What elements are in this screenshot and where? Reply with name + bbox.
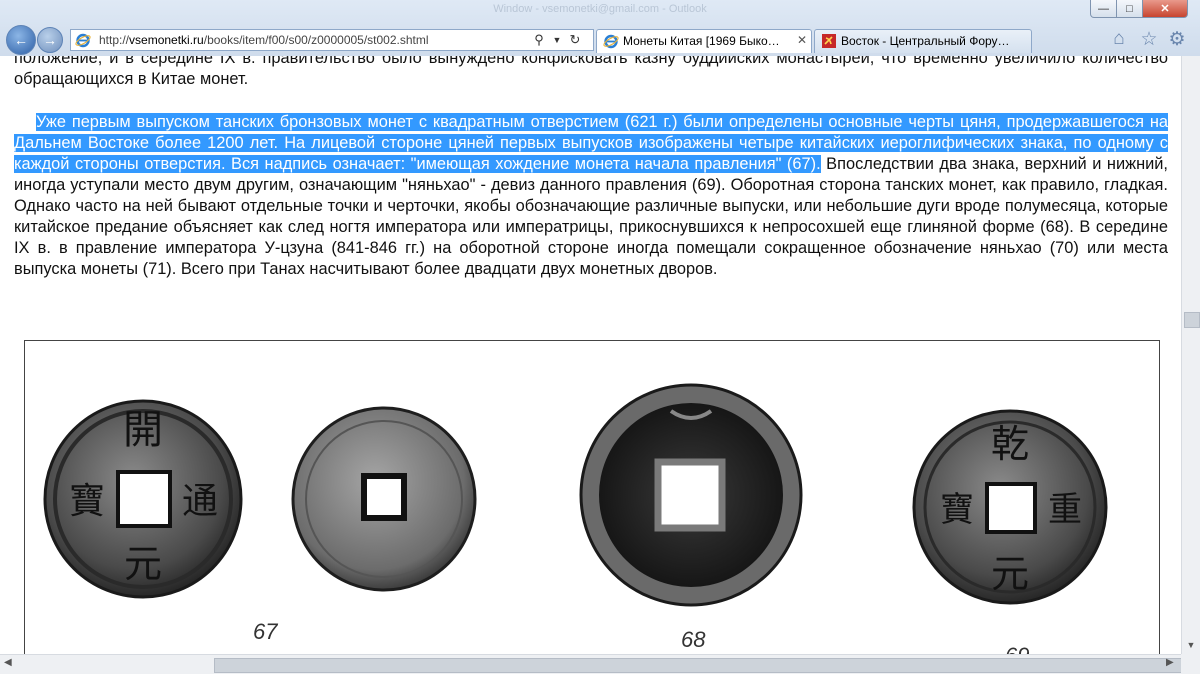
back-button[interactable]: ← (6, 25, 36, 55)
coin-label: 69 (1005, 643, 1029, 654)
tab-active[interactable]: Монеты Китая [1969 Быко… ✕ (596, 29, 812, 53)
tab-label: Восток - Центральный Фору… (841, 34, 1010, 48)
vertical-scroll-thumb[interactable] (1184, 312, 1200, 328)
window-title: Window - vsemonetki@gmail.com - Outlook (493, 3, 707, 15)
coin-69: 乾 元 重 寶 (912, 409, 1108, 605)
address-bar[interactable]: http://vsemonetki.ru/books/item/f00/s00/… (70, 29, 594, 51)
svg-text:通: 通 (182, 481, 218, 522)
paragraph: положение, и в середине IX в. правительс… (14, 56, 1168, 88)
home-icon[interactable]: ⌂ (1108, 28, 1130, 50)
tab-label: Монеты Китая [1969 Быко… (623, 34, 780, 48)
chevron-down-icon[interactable]: ▼ (549, 32, 565, 48)
ie-icon (75, 33, 91, 48)
svg-text:寶: 寶 (940, 490, 974, 530)
coin-blank (291, 406, 477, 592)
ie-icon (603, 34, 619, 49)
tab-close-icon[interactable]: ✕ (797, 33, 807, 47)
svg-text:元: 元 (124, 542, 162, 586)
vertical-scrollbar[interactable]: ▼ (1181, 56, 1200, 654)
scroll-right-icon[interactable]: ▶ (1166, 657, 1174, 668)
gear-icon[interactable]: ⚙ (1166, 28, 1188, 50)
coin-label: 67 (253, 619, 278, 644)
refresh-icon[interactable]: ↻ (567, 32, 583, 48)
address-url[interactable]: http://vsemonetki.ru/books/item/f00/s00/… (99, 33, 429, 47)
browser-chrome: Window - vsemonetki@gmail.com - Outlook … (0, 0, 1200, 57)
svg-text:寶: 寶 (69, 481, 105, 522)
coin-67: 開 元 通 寶 (43, 399, 243, 599)
forum-icon (822, 34, 836, 48)
paragraph: Уже первым выпуском танских бронзовых мо… (14, 112, 1168, 280)
forward-button[interactable]: → (37, 27, 63, 53)
coin-68 (579, 383, 803, 607)
maximize-button[interactable]: □ (1116, 0, 1143, 18)
coins-image: 開 元 通 寶 乾 元 重 寶 (43, 383, 1108, 607)
title-bar: Window - vsemonetki@gmail.com - Outlook … (0, 0, 1200, 20)
close-window-button[interactable]: ✕ (1142, 0, 1188, 18)
svg-text:元: 元 (991, 552, 1029, 596)
star-icon[interactable]: ☆ (1138, 28, 1160, 50)
scroll-left-icon[interactable]: ◀ (4, 657, 12, 668)
tab-inactive[interactable]: Восток - Центральный Фору… ✕ (814, 29, 1032, 53)
arrow-right-icon: → (43, 32, 57, 48)
scrollbar-corner (1181, 654, 1200, 674)
search-icon[interactable]: ⚲ (531, 32, 547, 48)
horizontal-scrollbar[interactable]: ◀ ▶ (0, 654, 1182, 674)
page-content: положение, и в середине IX в. правительс… (0, 56, 1181, 654)
coin-label: 68 (681, 627, 706, 652)
minimize-button[interactable]: — (1090, 0, 1117, 18)
arrow-left-icon: ← (14, 32, 28, 48)
horizontal-scroll-thumb[interactable] (214, 658, 1182, 673)
coin-illustration: 開 元 通 寶 乾 元 重 寶 67 68 (24, 340, 1160, 654)
paragraph-text: Впоследствии два знака, верхний и нижний… (14, 155, 1168, 278)
svg-text:開: 開 (123, 407, 163, 453)
scroll-down-icon[interactable]: ▼ (1184, 640, 1198, 652)
svg-text:乾: 乾 (991, 422, 1029, 466)
svg-text:重: 重 (1048, 490, 1082, 530)
